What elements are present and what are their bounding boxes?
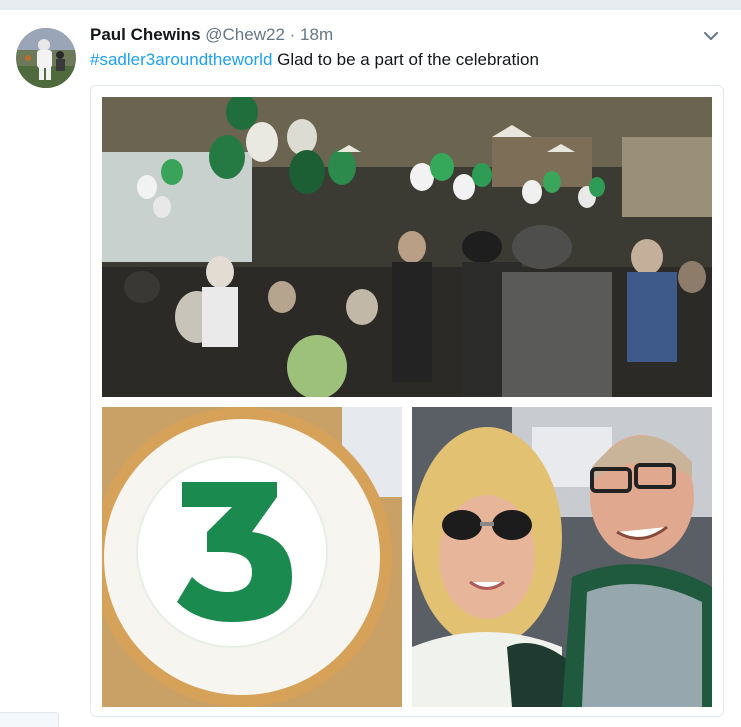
tweet-text: #sadler3aroundtheworld Glad to be a part… [90, 49, 721, 71]
restaurant-celebration-photo[interactable] [102, 97, 712, 397]
number-3-cookie-photo[interactable] [102, 407, 402, 707]
tweet-timestamp[interactable]: 18m [300, 25, 333, 44]
restaurant-scene-image [102, 97, 712, 397]
cookie-image [102, 407, 402, 707]
scroll-edge-chip [0, 712, 59, 727]
couple-selfie-photo[interactable] [412, 407, 712, 707]
tweet-menu-button[interactable] [701, 26, 721, 46]
avatar[interactable] [16, 28, 76, 88]
author-handle[interactable]: @Chew22 [205, 25, 285, 44]
tweet-card[interactable]: Paul Chewins @Chew22 · 18m #sadler3aroun… [0, 10, 741, 727]
chevron-down-icon [704, 32, 718, 40]
football-player-avatar-icon [16, 28, 76, 88]
tweet-header: Paul Chewins @Chew22 · 18m [90, 24, 701, 46]
author-name[interactable]: Paul Chewins [90, 25, 201, 44]
selfie-image [412, 407, 712, 707]
hashtag-link[interactable]: #sadler3aroundtheworld [90, 50, 272, 69]
tweet-body: Glad to be a part of the celebration [277, 50, 539, 69]
media-grid [90, 85, 724, 717]
separator-dot: · [289, 25, 296, 44]
